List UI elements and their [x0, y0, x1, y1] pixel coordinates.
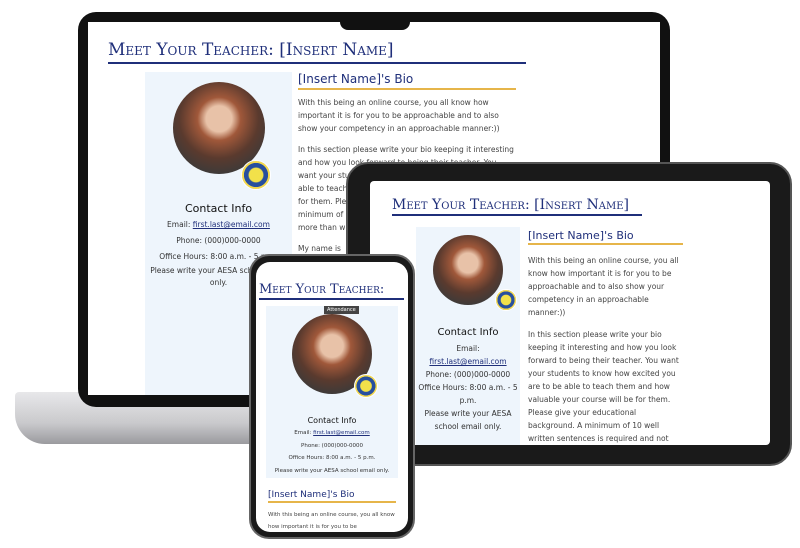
- phone: Phone: (000)000-0000: [176, 236, 261, 245]
- contact-title: Contact Info: [307, 416, 357, 425]
- bio-paragraph-1: With this being an online course, you al…: [528, 256, 679, 317]
- bio-paragraph-1: With this being an online course, you al…: [268, 512, 395, 530]
- bio-paragraph-1: With this being an online course, you al…: [298, 98, 500, 133]
- page-title: Meet Your Teacher:: [259, 282, 404, 300]
- phone: Phone: (000)000-0000: [301, 442, 363, 449]
- email-link[interactable]: first.last@email.com: [416, 355, 520, 368]
- email-note: Please write your AESA school email only…: [274, 467, 390, 474]
- phone-screen: Meet Your Teacher: Attendance Contact In…: [256, 262, 408, 532]
- teacher-photo: [433, 235, 517, 311]
- office-hours: Office Hours: 8:00 a.m. - 5 p.m.: [418, 383, 518, 405]
- school-seal-icon: [354, 374, 378, 398]
- tablet-screen: Meet Your Teacher: [Insert Name] Contact…: [370, 181, 770, 445]
- email-label: Email:: [167, 220, 191, 229]
- office-hours: Office Hours: 8:00 a.m. - 5 p.m.: [288, 455, 376, 461]
- bio-title: [Insert Name]'s Bio: [268, 490, 396, 503]
- bio-title: [Insert Name]'s Bio: [528, 229, 683, 245]
- school-seal-icon: [495, 289, 517, 311]
- phone: Phone: (000)000-0000: [425, 370, 511, 379]
- school-seal-icon: [240, 160, 271, 190]
- contact-title: Contact Info: [437, 327, 499, 338]
- bio-paragraph-2: In this section please write your bio ke…: [528, 330, 679, 443]
- email-note: Please write your AESA school email only…: [424, 409, 512, 431]
- email-label: Email:: [456, 344, 480, 353]
- attendance-tooltip: Attendance: [324, 306, 359, 314]
- email-label: Email:: [294, 430, 312, 436]
- camera-notch: [340, 12, 410, 30]
- email-link[interactable]: first.last@email.com: [193, 220, 270, 229]
- page-title: Meet Your Teacher: [Insert Name]: [108, 40, 526, 64]
- page-title: Meet Your Teacher: [Insert Name]: [392, 197, 642, 216]
- teacher-photo: [292, 314, 378, 398]
- email-link[interactable]: first.last@email.com: [313, 430, 370, 436]
- teacher-photo: [172, 82, 271, 190]
- contact-title: Contact Info: [184, 202, 253, 215]
- bio-title: [Insert Name]'s Bio: [298, 72, 516, 90]
